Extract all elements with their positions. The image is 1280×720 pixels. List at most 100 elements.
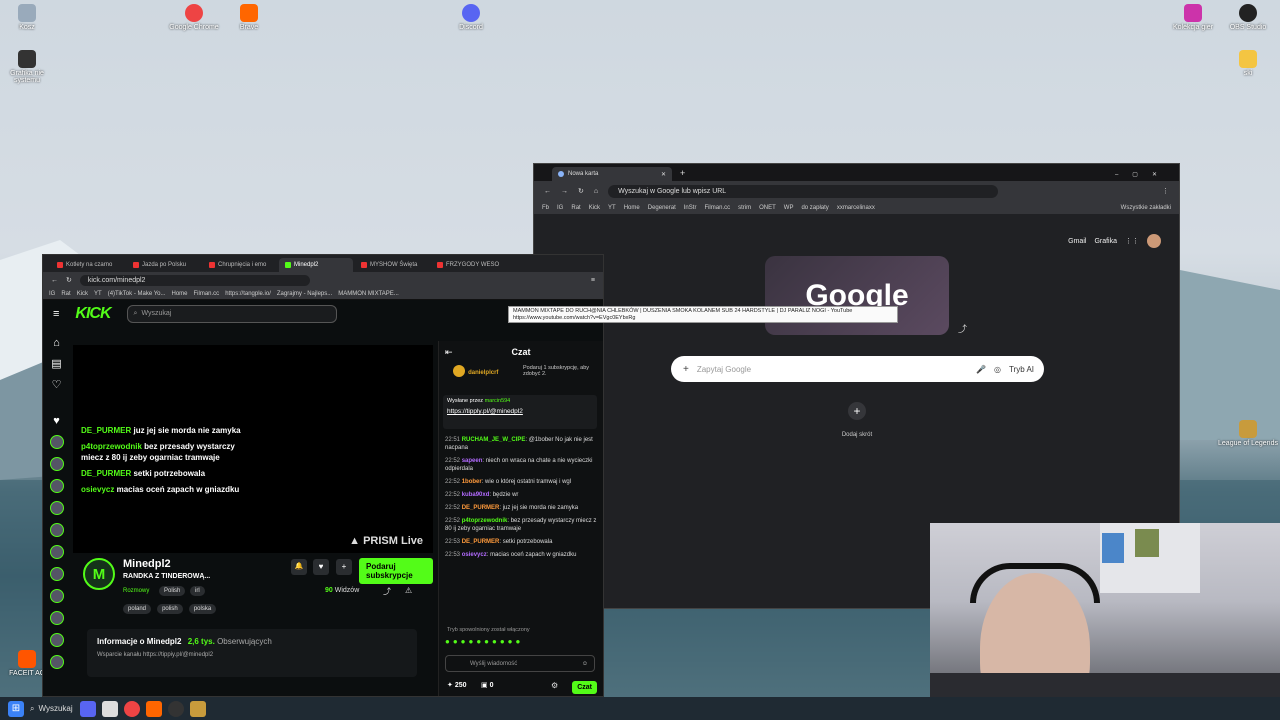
bookmark-ig[interactable]: IG	[49, 291, 55, 297]
channel-points[interactable]: ✦ 250	[447, 681, 467, 689]
msg-user[interactable]: 1bober	[462, 479, 482, 485]
msg-user[interactable]: DE_PURMER	[462, 505, 500, 511]
obs-icon[interactable]: OBS Studio	[1218, 4, 1278, 31]
reload-icon[interactable]: ↻	[66, 276, 72, 284]
gift-count[interactable]: ▣ 0	[481, 681, 493, 689]
obs-icon[interactable]	[168, 700, 184, 717]
bookmark-tiktok[interactable]: (4)TikTok - Make Yo...	[108, 291, 166, 297]
ai-mode-button[interactable]: Tryb AI	[1009, 365, 1034, 374]
tag-chip[interactable]: polska	[188, 604, 217, 614]
home-icon[interactable]: ⌂	[53, 337, 60, 349]
sidebar-channel-avatar[interactable]	[49, 611, 64, 625]
video-player[interactable]: DE_PURMER juz jej sie morda nie zamyka p…	[73, 345, 433, 553]
favorites-icon[interactable]: ♥	[53, 415, 60, 427]
kick-search-input[interactable]: ⌕ Wyszukaj	[126, 304, 337, 323]
lol-icon[interactable]	[190, 700, 206, 717]
share-icon[interactable]: ⤴	[383, 586, 391, 597]
sidebar-channel-avatar[interactable]	[49, 545, 64, 559]
brave-icon[interactable]: Brave	[219, 4, 279, 31]
recycle-bin-icon[interactable]: Kosz	[0, 4, 57, 31]
reload-icon[interactable]: ↻	[578, 187, 584, 195]
settings-icon[interactable]: ⚙	[551, 681, 558, 690]
bookmark-xxmarcelinaxx[interactable]: xxmarcelinaxx	[837, 205, 875, 211]
gmail-link[interactable]: Gmail	[1068, 238, 1086, 245]
emote-bar[interactable]: ●●●●●●●●●●	[445, 637, 523, 646]
chat-message-input[interactable]: Wyślij wiadomość ☺	[445, 655, 595, 672]
omnibox[interactable]: Wyszukaj w Google lub wpisz URL	[608, 184, 999, 198]
tag-chip[interactable]: irl	[190, 586, 205, 596]
tab-minedpl2[interactable]: Minedpl2	[279, 258, 353, 272]
bookmark-home[interactable]: Home	[172, 291, 188, 297]
apps-grid-icon[interactable]: ⋮⋮	[1125, 237, 1139, 245]
google-search-box[interactable]: + Zapytaj Google 🎤 ◎ Tryb AI	[671, 356, 1044, 382]
hamburger-icon[interactable]: ≡	[53, 308, 59, 320]
address-bar[interactable]: kick.com/minedpl2	[79, 274, 310, 286]
bookmark-onet[interactable]: ONET	[759, 205, 776, 211]
bookmark-wp[interactable]: WP	[784, 205, 794, 211]
top-gifter[interactable]: danielplcrf Podaruj 1 subskrypcję, aby z…	[453, 365, 603, 389]
sidebar-channel-avatar[interactable]	[49, 523, 64, 537]
game-collection-icon[interactable]: Kolekcja gier	[1163, 4, 1223, 31]
pinned-link[interactable]: https://tipply.pl/@minedpl2	[447, 408, 593, 415]
forward-icon[interactable]: →	[561, 188, 568, 195]
notification-bell-icon[interactable]: 🔔	[291, 559, 307, 575]
lens-icon[interactable]: ◎	[994, 365, 1001, 374]
bookmark-home[interactable]: Home	[624, 205, 640, 211]
tab-kotlety[interactable]: Kotlety na czarno	[51, 258, 125, 272]
tag-chip[interactable]: Polish	[159, 586, 186, 596]
bookmark-rat[interactable]: Rat	[61, 291, 70, 297]
back-icon[interactable]: ←	[544, 188, 551, 195]
emoji-icon[interactable]: ☺	[582, 661, 588, 667]
gift-subscription-button[interactable]: Podaruj subskrypcje	[359, 558, 433, 584]
home-icon[interactable]: ⌂	[594, 188, 598, 195]
sidebar-channel-avatar[interactable]	[49, 435, 64, 449]
bookmark-strim[interactable]: strim	[738, 205, 751, 211]
bookmark-kick[interactable]: Kick	[77, 291, 88, 297]
sidebar-channel-avatar[interactable]	[49, 457, 64, 471]
menu-icon[interactable]: ≡	[591, 277, 595, 284]
report-icon[interactable]: ⚠	[405, 586, 412, 595]
google-doodle[interactable]: Google	[765, 256, 949, 335]
bookmark-rat[interactable]: Rat	[571, 205, 580, 211]
gift-icon[interactable]: +	[336, 559, 352, 575]
chrome-icon[interactable]	[124, 700, 140, 717]
sidebar-channel-avatar[interactable]	[49, 633, 64, 647]
tab-przygody[interactable]: FRZYGODY WESO	[431, 258, 505, 272]
msg-user[interactable]: RUCHAM_JE_W_CIPE	[462, 437, 526, 443]
discord-icon[interactable]: Discord	[441, 4, 501, 31]
heart-icon[interactable]: ♥	[313, 559, 329, 575]
plus-icon[interactable]: +	[683, 364, 689, 375]
tab-new-tab[interactable]: Nowa karta ✕	[552, 167, 672, 181]
images-link[interactable]: Grafika	[1094, 238, 1117, 245]
bookmark-instr[interactable]: InStr	[684, 205, 697, 211]
tab-chrupniecia[interactable]: Chrupnięcia i emo	[203, 258, 277, 272]
chrome-icon[interactable]: Google Chrome	[164, 4, 224, 31]
msg-user[interactable]: sapeen	[462, 458, 483, 464]
close-icon[interactable]: ✕	[661, 171, 666, 178]
browse-icon[interactable]: ▤	[51, 357, 61, 370]
channel-name[interactable]: Minedpl2	[123, 558, 171, 570]
mic-icon[interactable]: 🎤	[976, 365, 986, 374]
folder-icon[interactable]: ski	[1218, 50, 1278, 77]
brave-icon[interactable]	[146, 700, 162, 717]
following-icon[interactable]: ♡	[52, 378, 62, 391]
discord-icon[interactable]	[80, 700, 96, 717]
tag-chip[interactable]: polish	[157, 604, 183, 614]
bookmark-tangple[interactable]: https://tangple.io/	[225, 291, 271, 297]
bookmark-filman[interactable]: Filman.cc	[704, 205, 730, 211]
tab-myshow[interactable]: MYSHOW Święta	[355, 258, 429, 272]
msg-user[interactable]: osievycz	[462, 552, 487, 558]
all-bookmarks[interactable]: Wszystkie zakładki	[1121, 205, 1171, 211]
bookmark-degenerat[interactable]: Degenerat	[648, 205, 676, 211]
bookmark-kick[interactable]: Kick	[589, 205, 600, 211]
share-icon[interactable]: ⤴	[958, 322, 967, 335]
tag-chip[interactable]: poland	[123, 604, 152, 614]
avatar[interactable]: M	[83, 558, 115, 590]
chat-send-button[interactable]: Czat	[572, 681, 597, 694]
back-icon[interactable]: ←	[51, 277, 58, 284]
msg-user[interactable]: kuba90xd	[462, 492, 490, 498]
file-explorer-icon[interactable]	[102, 700, 118, 717]
kick-logo[interactable]: KICK	[75, 305, 111, 323]
sidebar-channel-avatar[interactable]	[49, 479, 64, 493]
extensions-icon[interactable]: ⋮	[1162, 187, 1169, 195]
